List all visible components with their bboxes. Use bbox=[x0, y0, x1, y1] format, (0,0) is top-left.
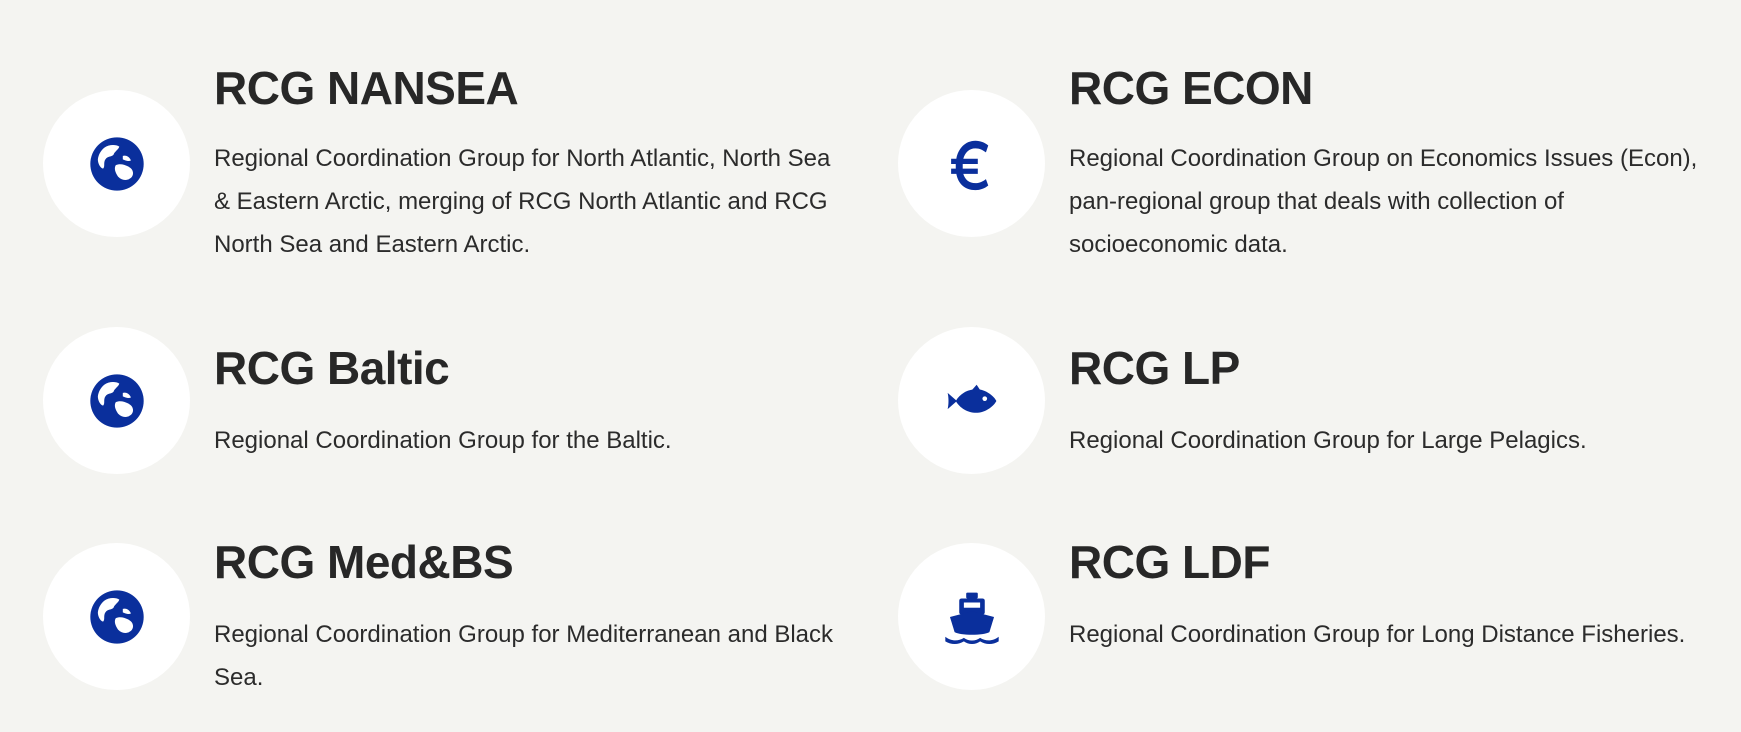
globe-icon bbox=[89, 136, 144, 191]
globe-icon bbox=[89, 373, 144, 428]
fish-icon bbox=[947, 384, 996, 413]
icon-circle bbox=[43, 543, 190, 690]
group-title: RCG NANSEA bbox=[214, 62, 519, 114]
ship-icon bbox=[944, 592, 999, 644]
group-description: Regional Coordination Group for Large Pe… bbox=[1069, 427, 1587, 454]
icon-circle bbox=[898, 327, 1045, 474]
euro-icon bbox=[950, 140, 988, 190]
group-description: Regional Coordination Group for Mediterr… bbox=[214, 621, 834, 691]
group-title: RCG Baltic bbox=[214, 342, 450, 394]
group-title: RCG Med&BS bbox=[214, 536, 514, 588]
icon-circle bbox=[43, 327, 190, 474]
group-title: RCG LDF bbox=[1069, 536, 1270, 588]
group-description: Regional Coordination Group on Economics… bbox=[1069, 145, 1698, 258]
globe-icon bbox=[89, 589, 144, 644]
group-description: Regional Coordination Group for Long Dis… bbox=[1069, 621, 1686, 648]
icon-circle bbox=[43, 90, 190, 237]
group-description: Regional Coordination Group for the Balt… bbox=[214, 427, 672, 454]
group-title: RCG LP bbox=[1069, 342, 1240, 394]
icon-circle bbox=[898, 543, 1045, 690]
group-title: RCG ECON bbox=[1069, 62, 1313, 114]
icon-circle bbox=[898, 90, 1045, 237]
group-description: Regional Coordination Group for North At… bbox=[214, 145, 831, 258]
